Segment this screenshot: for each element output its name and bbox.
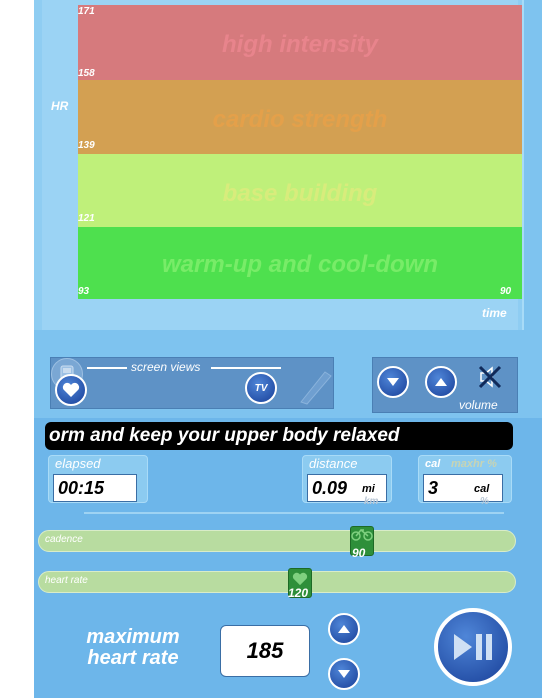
distance-label: distance [309,456,358,471]
zone-label: high intensity [222,31,378,58]
heart-icon [62,382,80,397]
elapsed-stat: elapsed 00:15 [48,455,148,503]
tv-view-button[interactable]: TV [245,372,277,404]
screen-views-panel: screen views TV [50,357,334,409]
elapsed-label: elapsed [55,456,101,471]
workout-console: high intensity cardio strength base buil… [34,0,542,698]
chevron-down-icon [338,670,350,678]
heart-rate-value: 120 [288,586,309,600]
zone-cardio-strength: cardio strength [78,80,522,154]
calories-value: 3 [428,478,439,498]
calories-stat: cal maxhr % 3 cal % [418,455,512,507]
cadence-slider[interactable]: cadence [38,530,516,552]
x-axis-label: time [482,306,507,320]
max-heart-rate-down-button[interactable] [328,658,360,690]
heart-rate-chart: high intensity cardio strength base buil… [34,0,524,330]
cadence-value: 90 [352,546,366,560]
volume-panel: volume [372,357,518,413]
max-heart-rate-label: maximum heart rate [86,626,180,669]
bike-icon [351,528,373,541]
play-pause-icon [454,634,492,660]
heart-icon [292,572,308,586]
chevron-down-icon [387,378,399,386]
chart-plot-area: high intensity cardio strength base buil… [42,0,522,330]
y-axis-label: HR [51,99,69,113]
chevron-up-icon [435,378,447,386]
heart-view-button[interactable] [55,374,87,406]
zone-label: base building [222,180,378,207]
heart-rate-label: heart rate [45,575,88,586]
y-tick: 139 [78,140,95,151]
volume-down-button[interactable] [377,366,409,398]
calories-field: 3 cal % [423,474,503,507]
x-tick: 90 [500,286,512,297]
coach-message: orm and keep your upper body relaxed [45,422,513,450]
heart-rate-slider[interactable]: heart rate [38,571,516,593]
elapsed-value: 00:15 [53,474,137,502]
zone-label: cardio strength [212,106,388,133]
chevron-up-icon [338,625,350,633]
y-tick: 121 [78,213,95,224]
divider-line [87,367,127,369]
remote-icon[interactable] [295,366,335,406]
divider [84,512,504,514]
y-tick: 93 [78,286,90,297]
volume-label: volume [459,398,498,412]
divider-line [211,367,281,369]
mute-icon[interactable] [477,364,503,390]
distance-stat: distance 0.09 mi km [302,455,392,507]
cadence-label: cadence [45,534,83,545]
max-heart-rate-field[interactable]: 185 [220,625,310,677]
y-tick: 171 [78,6,95,17]
y-tick: 158 [78,68,95,79]
distance-field[interactable]: 0.09 mi km [307,474,387,507]
volume-up-button[interactable] [425,366,457,398]
maxhr-percent-tab[interactable]: maxhr % [451,458,497,470]
max-heart-rate-up-button[interactable] [328,613,360,645]
zone-base-building: base building [78,154,522,227]
play-pause-button[interactable] [434,608,512,686]
zone-high-intensity: high intensity [78,5,522,80]
zone-label: warm-up and cool-down [162,251,438,278]
screen-views-label: screen views [131,360,201,374]
tv-icon: TV [254,382,268,394]
distance-value: 0.09 [312,478,348,498]
cal-tab[interactable]: cal [425,458,440,470]
zone-warm-up: warm-up and cool-down [78,227,522,299]
